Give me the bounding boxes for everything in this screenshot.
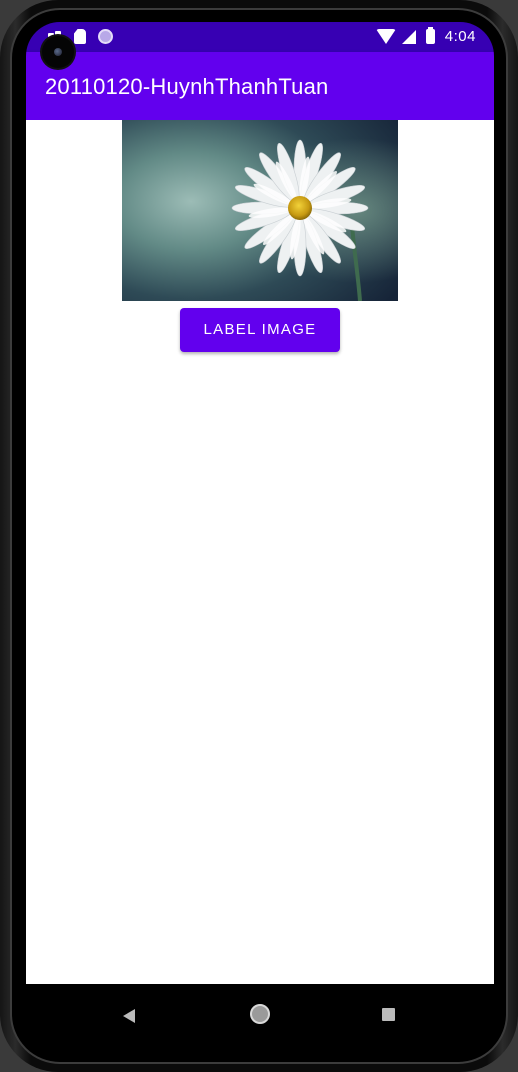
daisy-flower-image [122, 120, 398, 301]
sd-card-icon [74, 29, 86, 44]
phone-frame: 4:04 20110120-HuynhThanhTuan LABEL IMAGE [0, 0, 518, 1072]
navigation-bar [26, 984, 494, 1062]
status-right-icons: 4:04 [375, 27, 476, 45]
label-image-button[interactable]: LABEL IMAGE [180, 308, 340, 352]
circle-status-icon [98, 29, 113, 44]
battery-icon [425, 27, 435, 44]
app-title: 20110120-HuynhThanhTuan [45, 74, 329, 99]
home-icon[interactable] [250, 1004, 270, 1024]
app-bar: 20110120-HuynhThanhTuan [26, 52, 494, 120]
daisy-flower-illustration [122, 120, 398, 301]
wifi-icon [375, 29, 396, 44]
back-icon[interactable] [123, 1009, 135, 1023]
signal-icon [401, 29, 416, 44]
front-camera [42, 36, 74, 68]
phone-screen: 4:04 20110120-HuynhThanhTuan LABEL IMAGE [26, 22, 494, 1062]
status-time: 4:04 [444, 28, 476, 45]
recent-apps-icon[interactable] [382, 1008, 395, 1021]
main-content: LABEL IMAGE [26, 120, 494, 984]
status-bar: 4:04 [26, 22, 494, 52]
